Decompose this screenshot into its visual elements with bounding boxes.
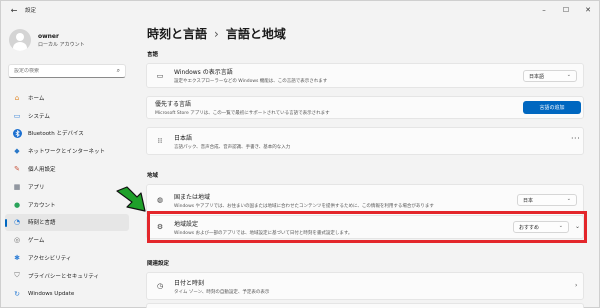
sidebar-item-label: Windows Update	[28, 290, 75, 297]
user-name: owner	[38, 32, 59, 40]
dropdown-value: 日本	[523, 197, 534, 204]
maximize-button[interactable]: ☐	[555, 1, 577, 19]
breadcrumb-parent[interactable]: 時刻と言語	[147, 25, 207, 42]
sidebar-item-accounts[interactable]: ● アカウント	[5, 196, 129, 214]
accessibility-icon: ✱	[14, 254, 20, 263]
home-icon: ⌂	[14, 93, 20, 102]
sidebar-item-label: システム	[28, 113, 50, 120]
more-options-icon[interactable]: ···	[571, 134, 580, 143]
apps-icon: ▦	[13, 182, 21, 191]
sidebar-item-bluetooth[interactable]: Bluetooth とデバイス	[5, 125, 129, 143]
sidebar-item-network[interactable]: ◆ ネットワークとインターネット	[5, 142, 129, 160]
globe-icon: ◍	[156, 196, 164, 204]
brush-icon: ✎	[14, 165, 20, 174]
section-label-related: 関連設定	[147, 261, 170, 267]
settings-window: ← 設定 – ☐ ✕ owner ローカル アカウント ⌕ ⌂ ホーム ▭	[0, 0, 600, 308]
pointer-arrow-icon	[116, 186, 146, 212]
window-title: 設定	[25, 8, 37, 14]
sidebar-item-label: アカウント	[28, 202, 56, 209]
search-box[interactable]: ⌕	[8, 64, 126, 78]
avatar	[9, 29, 31, 51]
sidebar-item-system[interactable]: ▭ システム	[5, 107, 129, 125]
section-label-region: 地域	[147, 173, 159, 179]
drag-handle-icon[interactable]: ⁞⁞	[155, 136, 165, 146]
wifi-icon: ◆	[14, 147, 20, 156]
page-title: 言語と地域	[225, 27, 286, 41]
sidebar-item-privacy[interactable]: ⛉ プライバシーとセキュリティ	[5, 267, 129, 285]
back-arrow-icon[interactable]: ←	[7, 6, 21, 15]
account-type: ローカル アカウント	[38, 41, 85, 48]
sidebar-item-accessibility[interactable]: ✱ アクセシビリティ	[5, 249, 129, 267]
sidebar-item-windows-update[interactable]: ↻ Windows Update	[5, 285, 129, 303]
card-japanese[interactable]: ⁞⁞ 日本語 言語パック、音声合成、音声認識、手書き、基本的な入力 ···	[146, 127, 584, 155]
sidebar-item-home[interactable]: ⌂ ホーム	[5, 89, 129, 107]
chevron-right-icon: ›	[214, 26, 219, 41]
display-language-dropdown[interactable]: 日本語 ⌄	[523, 70, 577, 82]
sidebar-item-label: 個人用設定	[28, 167, 56, 174]
section-label-language: 言語	[147, 52, 159, 58]
sidebar-item-label: Bluetooth とデバイス	[28, 131, 84, 138]
breadcrumb: 時刻と言語 › 言語と地域	[147, 25, 286, 42]
chevron-down-icon: ⌄	[566, 196, 571, 202]
card-date-time[interactable]: ◷ 日付と時刻 タイム ゾーン、時刻の自動設定、予定表の表示 ›	[146, 272, 584, 300]
sidebar-item-label: プライバシーとセキュリティ	[28, 273, 100, 280]
card-desc: 設定やエクスプローラーなどの Windows 機能は、この言語で表示されます	[174, 79, 328, 84]
sidebar-item-label: 時刻と言語	[28, 220, 56, 227]
window-controls: – ☐ ✕	[533, 1, 599, 19]
card-title: 日本語	[174, 134, 193, 142]
card-desc: Microsoft Store アプリは、この一覧で最初にサポートされている言語…	[155, 111, 330, 116]
close-button[interactable]: ✕	[577, 1, 599, 19]
sidebar-item-label: アクセシビリティ	[28, 256, 72, 263]
highlight-box	[147, 211, 587, 243]
card-desc: Windows やアプリでは、お住まいの国または地域に合わせたコンテンツを提供す…	[174, 203, 434, 209]
sidebar-item-personalization[interactable]: ✎ 個人用設定	[5, 160, 129, 178]
main-content: 時刻と言語 › 言語と地域 言語 ▭ Windows の表示言語 設定やエクスプ…	[141, 19, 593, 308]
monitor-icon: ▭	[13, 111, 21, 120]
sidebar-item-label: ゲーム	[28, 238, 45, 245]
minimize-button[interactable]: –	[533, 1, 555, 19]
card-title: 日付と時刻	[174, 279, 205, 287]
search-icon: ⌕	[116, 67, 120, 74]
card-preferred-languages: 優先する言語 Microsoft Store アプリは、この一覧で最初にサポート…	[146, 96, 584, 119]
card-title: Windows の表示言語	[174, 69, 233, 76]
bluetooth-icon	[12, 128, 22, 138]
search-input[interactable]	[14, 68, 109, 74]
sidebar-item-time-language[interactable]: ◔ 時刻と言語	[5, 213, 129, 232]
shield-icon: ⛉	[14, 271, 20, 280]
title-bar: ← 設定 – ☐ ✕	[1, 1, 599, 19]
card-title: 国または地域	[174, 193, 211, 201]
person-icon: ●	[13, 200, 21, 209]
chevron-right-icon[interactable]: ›	[575, 282, 577, 289]
clock-globe-icon: ◔	[13, 218, 21, 227]
calendar-clock-icon: ◷	[156, 282, 164, 290]
card-desc: タイム ゾーン、時刻の自動設定、予定表の表示	[174, 289, 270, 295]
user-profile[interactable]: owner ローカル アカウント	[9, 29, 85, 51]
sidebar-item-label: ホーム	[28, 95, 45, 102]
card-desc: 言語パック、音声合成、音声認識、手書き、基本的な入力	[174, 144, 291, 150]
sidebar-item-label: ネットワークとインターネット	[28, 149, 106, 156]
sidebar: owner ローカル アカウント ⌕ ⌂ ホーム ▭ システム Bluetoot…	[1, 19, 133, 308]
card-next-partial	[146, 303, 584, 308]
card-display-language: ▭ Windows の表示言語 設定やエクスプローラーなどの Windows 機…	[146, 63, 584, 88]
display-language-icon: ▭	[156, 71, 164, 80]
card-title: 優先する言語	[155, 101, 192, 108]
gamepad-icon: ◎	[13, 236, 21, 245]
sidebar-nav: ⌂ ホーム ▭ システム Bluetooth とデバイス ◆ ネットワークとイン…	[5, 89, 129, 303]
sidebar-item-gaming[interactable]: ◎ ゲーム	[5, 231, 129, 249]
sidebar-item-label: アプリ	[28, 184, 45, 191]
add-language-button[interactable]: 言語の追加	[523, 101, 581, 114]
dropdown-value: 日本語	[529, 73, 545, 80]
update-icon: ↻	[14, 289, 20, 298]
sidebar-item-apps[interactable]: ▦ アプリ	[5, 178, 129, 196]
country-dropdown[interactable]: 日本 ⌄	[517, 194, 577, 206]
chevron-down-icon: ⌄	[566, 72, 571, 78]
